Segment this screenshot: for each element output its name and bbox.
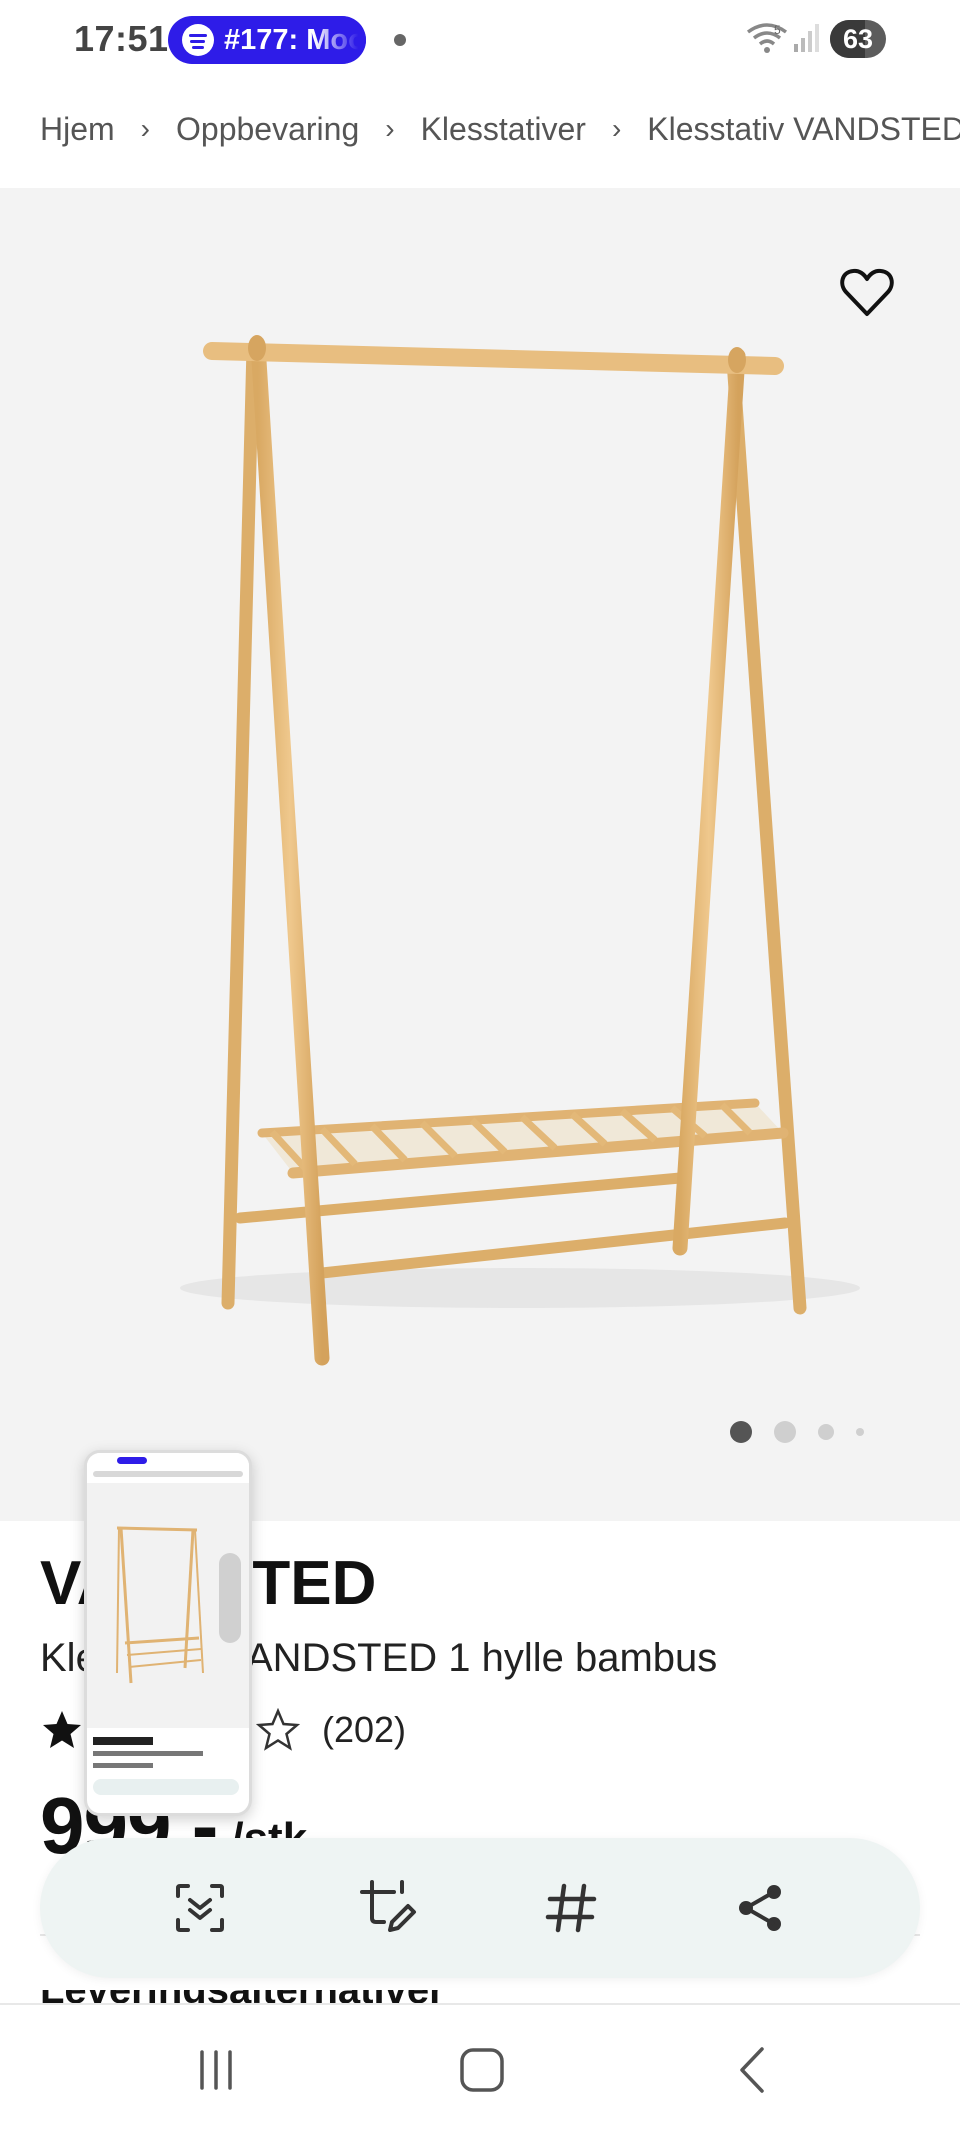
breadcrumb-item-current: Klesstativ VANDSTED [647, 110, 960, 147]
gallery-dot[interactable] [818, 1424, 834, 1440]
gallery-dot[interactable] [856, 1428, 864, 1436]
battery-indicator: 63 [830, 20, 886, 58]
gallery-pagination[interactable] [730, 1420, 886, 1444]
breadcrumb-separator-icon: › [140, 113, 150, 144]
scan-text-icon[interactable] [160, 1868, 240, 1948]
review-count: (202) [322, 1709, 407, 1750]
wifi-icon: 5 [746, 23, 788, 53]
breadcrumb: Hjem › Oppbevaring › Klesstativer › Kles… [0, 70, 960, 188]
breadcrumb-item-klesstativer[interactable]: Klesstativer [421, 111, 586, 148]
battery-label: 63 [842, 24, 874, 54]
delivery-heading: Leveringsalternativer [40, 1990, 445, 2004]
star-empty-icon [256, 1708, 300, 1751]
notification-dot-icon [394, 34, 406, 46]
share-icon[interactable] [720, 1868, 800, 1948]
breadcrumb-item-oppbevaring[interactable]: Oppbevaring [176, 111, 359, 148]
gallery-dot[interactable] [774, 1421, 796, 1443]
system-navigation-bar [0, 2003, 960, 2135]
breadcrumb-separator-icon: › [611, 113, 622, 144]
heart-outline-icon[interactable] [838, 264, 896, 322]
screenshot-toolbar [40, 1838, 920, 1978]
wifi-band-label: 5 [774, 23, 781, 37]
media-indicator[interactable]: #177: Moo [168, 16, 366, 64]
back-icon[interactable] [712, 2035, 792, 2105]
product-image [180, 335, 860, 1366]
spotify-icon [182, 24, 214, 56]
hashtag-icon[interactable] [532, 1868, 612, 1948]
screenshot-thumbnail[interactable] [84, 1450, 252, 1816]
recent-apps-icon[interactable] [176, 2035, 256, 2105]
product-image-gallery[interactable] [0, 188, 960, 1521]
gallery-dot[interactable] [730, 1421, 752, 1443]
signal-icon [794, 24, 819, 52]
star-filled-icon [43, 1711, 81, 1748]
breadcrumb-item-hjem[interactable]: Hjem [40, 111, 115, 148]
edit-crop-icon[interactable] [348, 1868, 428, 1948]
home-icon[interactable] [442, 2035, 522, 2105]
status-time: 17:51 [74, 18, 169, 59]
breadcrumb-separator-icon: › [385, 113, 395, 144]
